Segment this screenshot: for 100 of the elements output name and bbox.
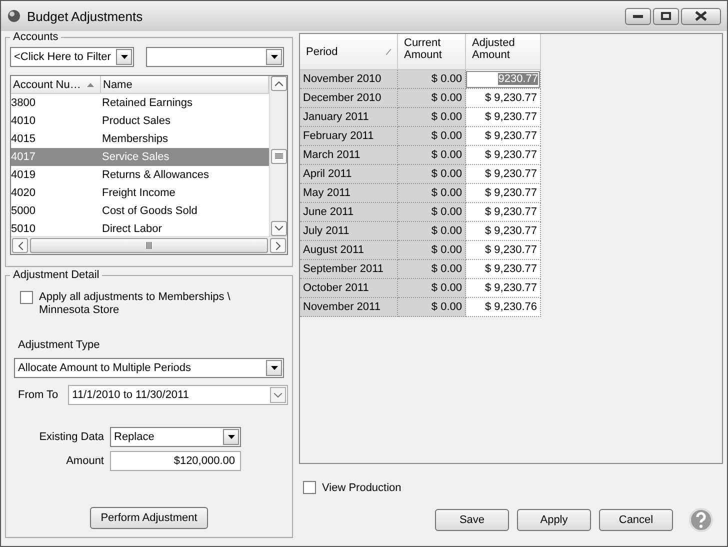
app-icon	[7, 9, 21, 23]
dialog-button[interactable]: Cancel	[599, 509, 673, 531]
table-cell: $ 9,230.77	[466, 241, 541, 260]
table-cell: $ 0.00	[398, 70, 466, 89]
checkbox[interactable]	[20, 291, 33, 304]
column-header[interactable]: Account Nu…	[11, 76, 101, 93]
adjustment-type-dropdown[interactable]: Allocate Amount to Multiple Periods	[14, 358, 284, 378]
table-cell-text: Freight Income	[101, 187, 176, 199]
field-label: Amount	[65, 455, 104, 467]
field-label: From To	[18, 389, 58, 401]
table-cell: February 2011	[300, 127, 398, 146]
table-cell-text: 4017	[11, 151, 36, 163]
table-cell-text: Service Sales	[101, 151, 170, 163]
checkbox-label: View Production	[322, 482, 402, 494]
table-cell: $ 9,230.77	[466, 108, 541, 127]
table-cell: January 2011	[300, 108, 398, 127]
caret-icon	[228, 435, 234, 439]
table-cell: $ 0.00	[398, 165, 466, 184]
field-label: Adjustment Type	[17, 339, 101, 351]
dialog-button[interactable]: Save	[435, 509, 509, 531]
scroll-up-icon[interactable]	[274, 81, 282, 86]
scroll-thumb-grip-icon[interactable]	[274, 153, 282, 159]
date-range-dropdown[interactable]: 11/1/2010 to 11/30/2011	[68, 385, 288, 405]
table-cell: $ 9,230.77	[466, 146, 541, 165]
table-cell-text: Cost of Goods Sold	[101, 205, 198, 217]
table-cell: December 2010	[300, 89, 398, 108]
close-button[interactable]	[681, 8, 721, 24]
table-cell-text: Direct Labor	[101, 223, 163, 235]
scroll-thumb-grip-icon[interactable]	[146, 242, 152, 249]
checkbox-label: Apply all adjustments to Memberships \ Minnesota Store	[39, 291, 232, 317]
table-cell-text: 5000	[11, 205, 36, 217]
table-cell: $ 9,230.77	[466, 165, 541, 184]
table-cell: $ 0.00	[398, 298, 466, 317]
table-cell-text: 4020	[11, 187, 36, 199]
table-cell-text: 4015	[11, 133, 36, 145]
minimize-icon	[633, 14, 643, 18]
table-cell: September 2011	[300, 260, 398, 279]
table-cell: $ 0.00	[398, 203, 466, 222]
table-cell: July 2011	[300, 222, 398, 241]
table-cell: $ 9,230.77	[466, 279, 541, 298]
table-cell: $ 9,230.77	[466, 260, 541, 279]
table-cell: $ 9,230.77	[466, 127, 541, 146]
table-cell: $ 9,230.77	[466, 89, 541, 108]
table-cell-text: 5010	[11, 223, 36, 235]
minimize-button[interactable]	[625, 8, 651, 24]
checkbox[interactable]	[303, 481, 316, 494]
table-cell: August 2011	[300, 241, 398, 260]
scroll-down-icon[interactable]	[274, 226, 282, 231]
column-header[interactable]: Current Amount	[398, 34, 466, 70]
group-title: Accounts	[12, 31, 60, 43]
filter-value-dropdown[interactable]	[146, 47, 284, 67]
vertical-scrollbar[interactable]	[269, 76, 287, 236]
existing-data-dropdown[interactable]: Replace	[110, 427, 241, 447]
table-cell: March 2011	[300, 146, 398, 165]
table-cell: $ 0.00	[398, 241, 466, 260]
scroll-right-icon[interactable]	[276, 242, 280, 250]
table-cell-text: Returns & Allowances	[101, 169, 210, 181]
caret-icon	[270, 55, 278, 59]
field-label: Existing Data	[38, 431, 104, 443]
table-cell: $ 9,230.77	[466, 222, 541, 241]
amount-field[interactable]: $120,000.00	[110, 451, 241, 471]
table-cell: $ 0.00	[398, 260, 466, 279]
close-icon	[695, 11, 707, 21]
column-header[interactable]: Adjusted Amount	[466, 34, 541, 70]
table-cell-text: Memberships	[101, 133, 170, 145]
help-icon[interactable]	[689, 508, 713, 532]
table-cell: $ 9,230.76	[466, 298, 541, 317]
table-cell: November 2010	[300, 70, 398, 89]
table-cell: $ 0.00	[398, 108, 466, 127]
chevron-down-icon[interactable]	[274, 392, 282, 398]
table-cell: $ 0.00	[398, 127, 466, 146]
column-header[interactable]: Period	[300, 34, 398, 70]
table-cell: June 2011	[300, 203, 398, 222]
scroll-left-icon[interactable]	[18, 242, 22, 250]
filter-dropdown[interactable]: <Click Here to Filter	[10, 47, 134, 67]
maximize-icon	[661, 12, 671, 20]
table-cell: $ 9,230.77	[466, 203, 541, 222]
table-cell: $ 0.00	[398, 222, 466, 241]
caret-icon	[120, 55, 128, 59]
table-cell: $ 0.00	[398, 89, 466, 108]
table-cell: April 2011	[300, 165, 398, 184]
dialog-button[interactable]: Apply	[517, 509, 591, 531]
table-cell: $ 0.00	[398, 146, 466, 165]
table-cell-text: Retained Earnings	[101, 97, 194, 109]
perform-adjustment-button[interactable]: Perform Adjustment	[90, 507, 208, 529]
caret-icon	[270, 366, 278, 370]
table-cell-text: 3800	[11, 97, 36, 109]
group-title: Adjustment Detail	[12, 269, 100, 281]
table-cell: November 2011	[300, 298, 398, 317]
table-cell: May 2011	[300, 184, 398, 203]
table-cell-text: 4019	[11, 169, 36, 181]
table-cell: $ 0.00	[398, 279, 466, 298]
maximize-button[interactable]	[653, 8, 679, 24]
window-title: Budget Adjustments	[27, 8, 143, 24]
cell-edit-field[interactable]: 9230.77	[466, 70, 540, 88]
table-cell: $ 9,230.77	[466, 184, 541, 203]
table-cell-text: Product Sales	[101, 115, 172, 127]
table-cell-text: 4010	[11, 115, 36, 127]
horizontal-scrollbar[interactable]	[11, 236, 287, 254]
table-cell: $ 0.00	[398, 184, 466, 203]
